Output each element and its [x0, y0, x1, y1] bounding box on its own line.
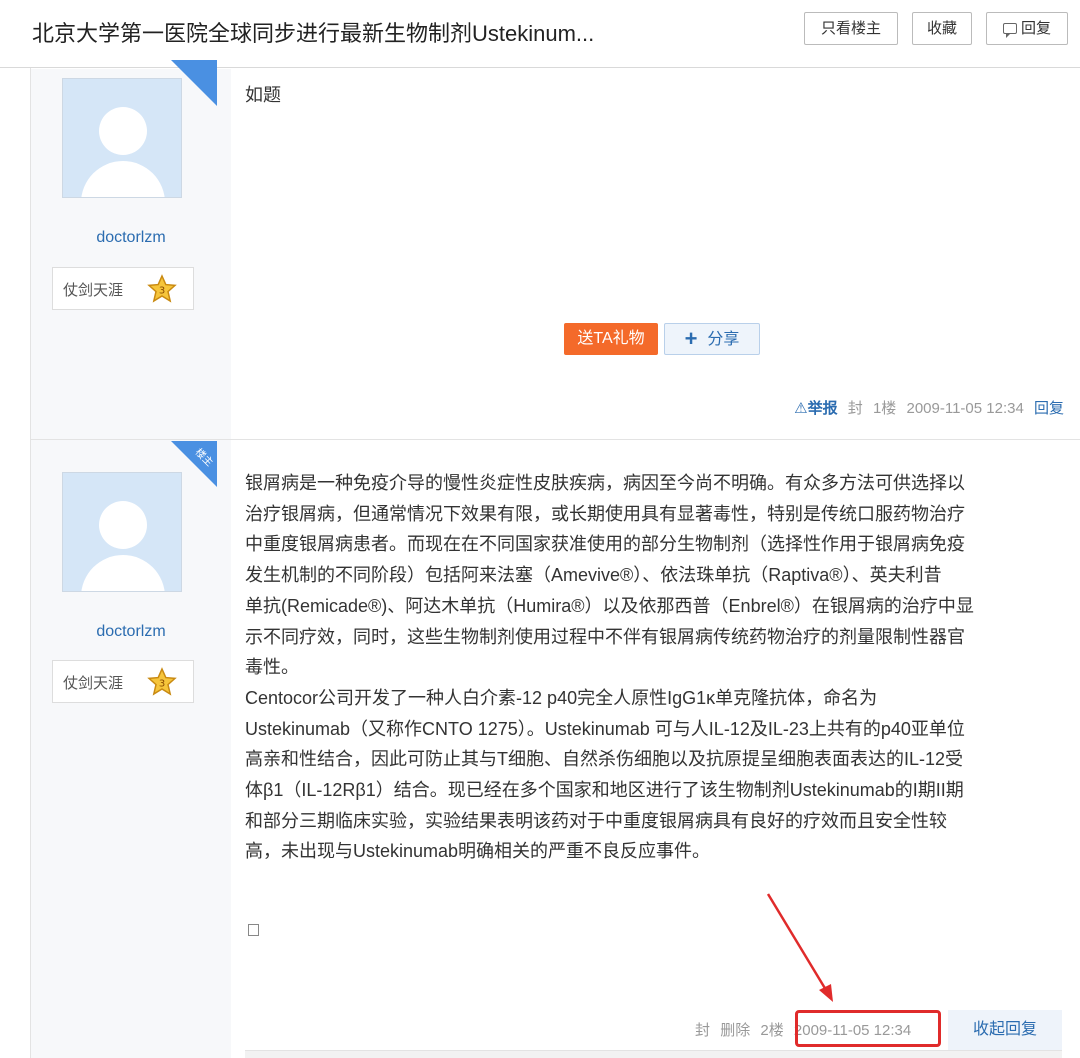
post2-author[interactable]: doctorlzm — [31, 623, 231, 641]
avatar[interactable] — [62, 78, 182, 198]
post1-content: 如题 — [245, 80, 1060, 111]
post2-line: 高，未出现与Ustekinumab明确相关的严重不良反应事件。 — [245, 841, 711, 862]
favorite-button[interactable]: 收藏 — [912, 12, 972, 45]
svg-text:3: 3 — [159, 286, 165, 297]
post-reply-link[interactable]: 回复 — [1034, 400, 1064, 417]
share-button[interactable]: + 分享 — [664, 323, 760, 355]
post2-level-badge: 仗剑天涯 3 — [52, 660, 194, 703]
post2-line: 和部分三期临床实验，实验结果表明该药对于中重度银屑病具有良好的疗效而且安全性较 — [245, 810, 947, 831]
thread-title: 北京大学第一医院全球同步进行最新生物制剂Ustekinum... — [32, 21, 595, 46]
avatar[interactable] — [62, 472, 182, 592]
post2-content: 银屑病是一种免疫介导的慢性炎症性皮肤疾病，病因至今尚不明确。有众多方法可供选择以… — [245, 468, 1060, 867]
post2-line: 毒性。 — [245, 657, 299, 678]
svg-text:3: 3 — [159, 679, 165, 690]
post2-line: Ustekinumab（又称作CNTO 1275）。Ustekinumab 可与… — [245, 718, 965, 739]
reply-button-label: 回复 — [1020, 20, 1051, 37]
share-plus-icon: + — [684, 326, 698, 351]
post1-author[interactable]: doctorlzm — [31, 229, 231, 247]
delete-link[interactable]: 删除 — [720, 1022, 750, 1039]
ban-link[interactable]: 封 — [695, 1022, 710, 1039]
level-star-icon: 3 — [147, 274, 177, 303]
post2-line: 体β1（IL-12Rβ1）结合。现已经在多个国家和地区进行了该生物制剂Ustek… — [245, 780, 964, 801]
reply-area — [245, 1050, 1062, 1058]
post2-line: 高亲和性结合，因此可防止其与T细胞、自然杀伤细胞以及抗原提呈细胞表面表达的IL-… — [245, 749, 964, 770]
ban-link[interactable]: 封 — [848, 400, 863, 417]
post1-line: 如题 — [245, 85, 281, 105]
highlight-box — [795, 1010, 941, 1047]
floor-number: 2楼 — [760, 1022, 784, 1039]
post2-line: 发生机制的不同阶段）包括阿来法塞（Amevive®）、依法珠单抗（Raptiva… — [245, 565, 942, 586]
fold-reply-button[interactable]: 收起回复 — [948, 1010, 1062, 1050]
op-ribbon — [171, 60, 217, 106]
op-ribbon: 楼主 — [171, 441, 217, 487]
post2-line: 银屑病是一种免疫介导的慢性炎症性皮肤疾病，病因至今尚不明确。有众多方法可供选择以 — [245, 473, 965, 493]
post2-line: 示不同疗效，同时，这些生物制剂使用过程中不伴有银屑病传统药物治疗的剂量限制性器官 — [245, 626, 965, 647]
post2-line: 中重度银屑病患者。而现在在不同国家获准使用的部分生物制剂（选择性作用于银屑病免疫 — [245, 534, 965, 555]
post-time: 2009-11-05 12:34 — [906, 400, 1024, 417]
reply-button[interactable]: 回复 — [986, 12, 1068, 45]
level-title: 仗剑天涯 — [63, 283, 124, 299]
share-label: 分享 — [707, 331, 740, 348]
only-op-button[interactable]: 只看楼主 — [804, 12, 898, 45]
warning-icon: ⚠ — [794, 400, 808, 417]
level-star-icon: 3 — [147, 667, 177, 696]
post1-meta: ⚠举报 封 1楼 2009-11-05 12:34 回复 — [788, 397, 1064, 418]
post1-level-badge: 仗剑天涯 3 — [52, 267, 194, 310]
post2-line: 单抗(Remicade®)、阿达木单抗（Humira®）以及依那西普（Enbre… — [245, 595, 974, 616]
floor-number: 1楼 — [872, 400, 897, 417]
thread-header: 北京大学第一医院全球同步进行最新生物制剂Ustekinum... 只看楼主 收藏… — [0, 0, 1080, 68]
post2-line: 治疗银屑病，但通常情况下效果有限，或长期使用具有显著毒性，特别是传统口服药物治疗 — [245, 503, 965, 524]
send-gift-button[interactable]: 送TA礼物 — [564, 323, 658, 355]
level-title: 仗剑天涯 — [63, 676, 124, 692]
reply-icon — [1002, 23, 1017, 38]
placeholder-glyph-icon — [248, 924, 259, 936]
report-link[interactable]: ⚠举报 — [794, 400, 837, 417]
post2-line: Centocor公司开发了一种人白介素-12 p40完全人原性IgG1κ单克隆抗… — [245, 687, 878, 708]
